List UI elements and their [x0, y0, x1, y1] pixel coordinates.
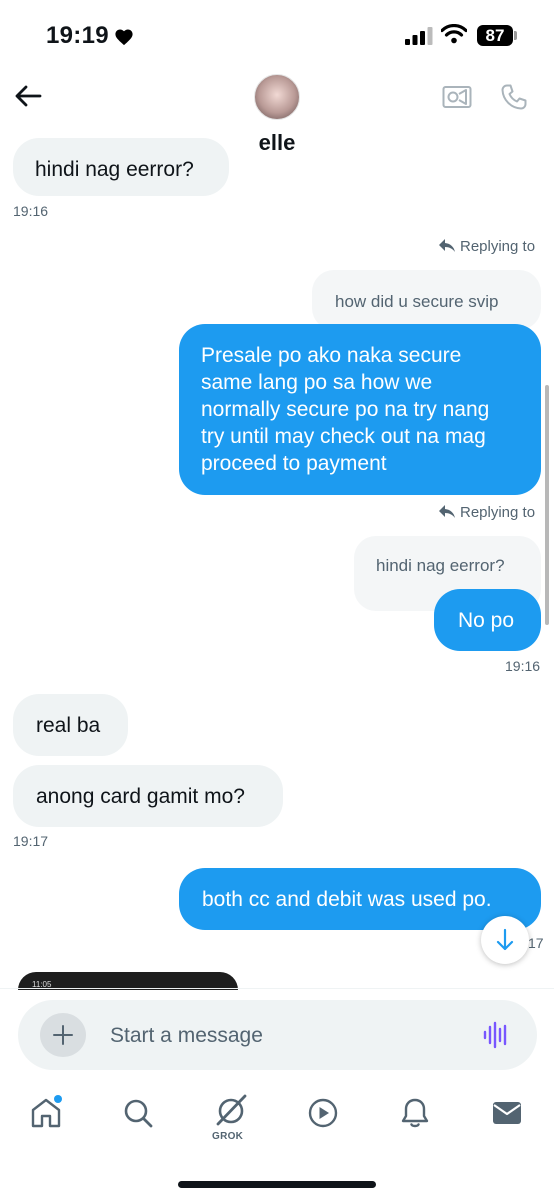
- arrow-down-icon: [496, 928, 514, 951]
- message-text: hindi nag eerror?: [35, 158, 194, 181]
- message-timestamp: 17: [528, 935, 544, 951]
- bell-icon: [401, 1098, 429, 1128]
- video-call-button[interactable]: [442, 84, 472, 115]
- message-text: Presale po ako naka secure same lang po …: [201, 342, 489, 477]
- message-text: No po: [458, 609, 515, 632]
- grok-label: GROK: [212, 1131, 244, 1142]
- message-timestamp: 19:16: [505, 658, 541, 674]
- message-timestamp: 19:16: [13, 203, 49, 219]
- back-button[interactable]: [14, 84, 46, 112]
- voice-message-button[interactable]: [482, 1021, 510, 1054]
- message-line: try until may check out na mag: [201, 425, 486, 448]
- quoted-text: hindi nag eerror?: [376, 556, 505, 575]
- phone-call-button[interactable]: [500, 83, 528, 116]
- play-icon: [308, 1098, 338, 1128]
- message-input[interactable]: [110, 1022, 450, 1050]
- replying-to-label: Replying to: [438, 238, 535, 255]
- message-text: real ba: [36, 714, 101, 737]
- composer-divider: [0, 988, 554, 989]
- nav-messages-button[interactable]: [490, 1096, 524, 1135]
- message-composer: [18, 1000, 537, 1070]
- reply-arrow-icon: [439, 505, 455, 518]
- quoted-text: how did u secure svip: [335, 292, 499, 311]
- voice-icon: [483, 1021, 507, 1049]
- message-line: Presale po ako naka secure: [201, 344, 462, 367]
- message-line: same lang po sa how we: [201, 371, 433, 394]
- add-media-button[interactable]: [40, 1013, 86, 1057]
- scroll-to-bottom-button[interactable]: [481, 916, 529, 964]
- nav-video-button[interactable]: [306, 1096, 340, 1135]
- phone-call-icon: [501, 84, 527, 110]
- sent-message[interactable]: No po: [434, 589, 541, 651]
- nav-search-button[interactable]: [121, 1096, 155, 1135]
- message-text: anong card gamit mo?: [36, 785, 245, 808]
- received-message[interactable]: anong card gamit mo?: [13, 765, 283, 827]
- sent-message[interactable]: Presale po ako naka secure same lang po …: [179, 324, 541, 495]
- replying-to-text: Replying to: [460, 238, 536, 255]
- back-arrow-icon: [15, 85, 42, 107]
- message-line: proceed to payment: [201, 452, 387, 475]
- replying-to-label: Replying to: [438, 504, 535, 521]
- video-call-icon: [442, 86, 472, 108]
- notification-dot: [54, 1095, 62, 1103]
- scrollbar[interactable]: [545, 385, 549, 625]
- message-timestamp: 19:17: [13, 833, 49, 849]
- received-message[interactable]: real ba: [13, 694, 128, 756]
- search-icon: [124, 1099, 153, 1128]
- nav-notifications-button[interactable]: [398, 1096, 432, 1135]
- quoted-message[interactable]: how did u secure svip: [312, 270, 541, 330]
- avatar[interactable]: [254, 74, 300, 120]
- reply-arrow-icon: [439, 239, 455, 252]
- mail-icon: [493, 1102, 521, 1124]
- grok-icon: [216, 1094, 247, 1126]
- received-message[interactable]: hindi nag eerror?: [13, 138, 229, 196]
- home-indicator: [178, 1181, 376, 1188]
- message-text: both cc and debit was used po.: [202, 888, 492, 911]
- plus-icon: [53, 1025, 73, 1045]
- sent-message[interactable]: both cc and debit was used po.: [179, 868, 541, 930]
- message-line: normally secure po na try nang: [201, 398, 490, 421]
- replying-to-text: Replying to: [460, 504, 536, 521]
- nav-grok-button[interactable]: [212, 1092, 250, 1135]
